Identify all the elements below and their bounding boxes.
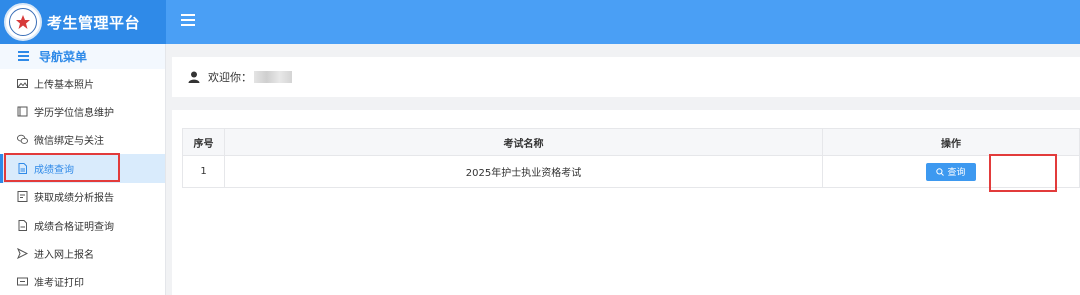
query-button[interactable]: 查询 [926,162,976,181]
sidebar-item-analysis-report[interactable]: 获取成绩分析报告 [0,183,165,211]
list-icon [18,50,29,63]
certificate-icon [17,219,28,231]
logo [4,3,42,41]
book-icon [17,106,28,117]
sidebar-item-label: 获取成绩分析报告 [34,193,114,205]
app-title: 考生管理平台 [47,13,141,32]
sidebar-item-wechat[interactable]: 微信绑定与关注 [0,126,165,154]
sidebar-item-label: 进入网上报名 [34,250,94,262]
sidebar-item-upload-photo[interactable]: 上传基本照片 [0,69,165,97]
header-exam-name: 考试名称 [225,129,823,155]
highlight-box-query-button [989,154,1057,192]
report-icon [17,191,28,203]
welcome-bar: 欢迎你： [172,57,1080,97]
cell-index: 1 [183,156,225,187]
welcome-text: 欢迎你： [208,71,252,84]
redacted-username [254,71,292,83]
image-icon [17,78,28,89]
sidebar-item-degree-info[interactable]: 学历学位信息维护 [0,97,165,125]
sidebar-item-admission-ticket[interactable]: 准考证打印 [0,268,165,295]
sidebar-item-label: 上传基本照片 [34,79,94,91]
menu-toggle-icon[interactable] [181,14,195,28]
query-button-label: 查询 [947,168,966,178]
sidebar-item-label: 学历学位信息维护 [34,108,114,120]
print-icon [17,276,28,287]
table-row: 1 2025年护士执业资格考试 查询 [182,156,1080,188]
wechat-icon [17,134,28,145]
user-icon [188,71,200,83]
sidebar-item-certificate-query[interactable]: 成绩合格证明查询 [0,211,165,239]
highlight-box-score-query [4,153,120,182]
search-icon [936,167,945,176]
exam-table: 序号 考试名称 操作 1 2025年护士执业资格考试 查询 [182,128,1080,188]
sidebar-item-label: 准考证打印 [34,278,84,290]
sidebar-item-online-registration[interactable]: 进入网上报名 [0,239,165,267]
sidebar-item-label: 成绩合格证明查询 [34,221,114,233]
brand: 考生管理平台 [0,0,166,44]
table-header: 序号 考试名称 操作 [182,128,1080,156]
send-icon [17,248,28,260]
header-index: 序号 [183,129,225,155]
header-action: 操作 [941,138,961,150]
exam-table-card: 序号 考试名称 操作 1 2025年护士执业资格考试 查询 [172,110,1080,295]
star-icon [16,15,30,29]
nav-header: 导航菜单 [0,44,165,69]
nav-header-label: 导航菜单 [39,50,88,64]
sidebar-item-label: 微信绑定与关注 [34,136,104,148]
cell-exam-name: 2025年护士执业资格考试 [225,156,823,187]
